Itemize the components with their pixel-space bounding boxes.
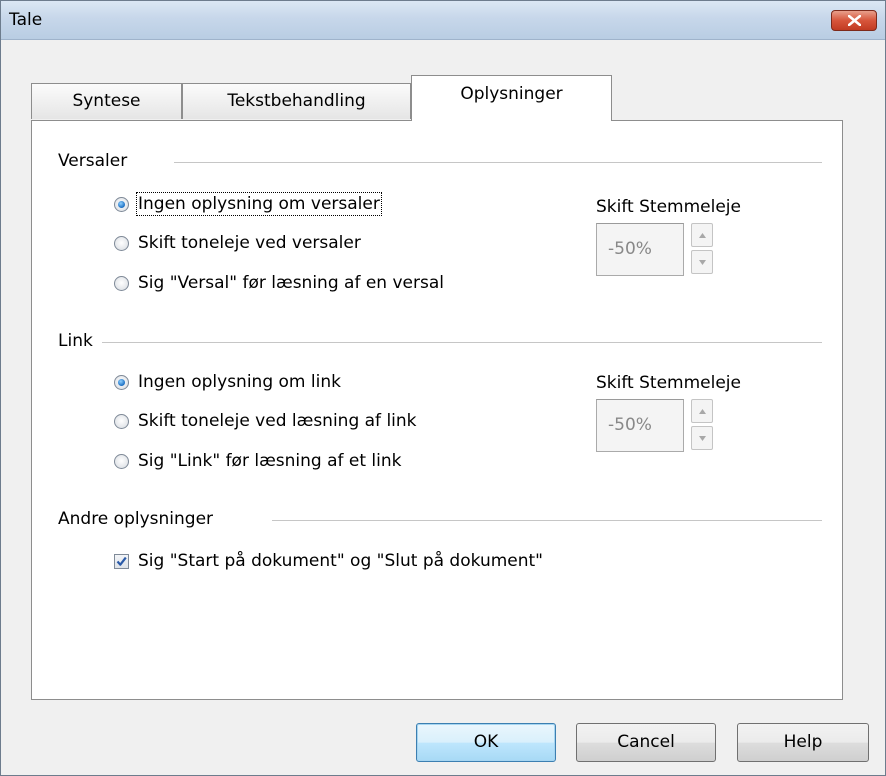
radio-versaler-none[interactable]: Ingen oplysning om versaler (114, 192, 382, 216)
spin-down-button[interactable] (691, 426, 713, 450)
tab-strip: Syntese Tekstbehandling Oplysninger (31, 75, 886, 121)
pitch-stepper-versaler[interactable] (691, 223, 713, 276)
tab-label: Oplysninger (460, 84, 563, 104)
spin-up-button[interactable] (691, 223, 713, 247)
tab-label: Tekstbehandling (227, 91, 366, 111)
tab-tekstbehandling[interactable]: Tekstbehandling (182, 83, 411, 119)
radio-button[interactable] (114, 413, 129, 429)
radio-link-say[interactable]: Sig "Link" før læsning af et link (114, 451, 401, 471)
option-label: Ingen oplysning om versaler (136, 192, 382, 216)
cancel-button[interactable]: Cancel (576, 723, 716, 762)
pitch-value: -50% (608, 415, 652, 435)
pitch-label-versaler: Skift Stemmeleje (596, 197, 741, 217)
group-divider (174, 162, 822, 163)
radio-button-selected[interactable] (114, 374, 129, 390)
tab-panel-oplysninger: Versaler Ingen oplysning om versaler Ski… (31, 120, 843, 700)
checkbox-label: Sig "Start på dokument" og "Slut på doku… (138, 551, 543, 571)
close-button[interactable] (831, 10, 877, 31)
arrow-down-icon (699, 260, 706, 265)
group-label-other: Andre oplysninger (58, 509, 214, 529)
tab-oplysninger[interactable]: Oplysninger (411, 75, 612, 121)
option-label: Sig "Link" før læsning af et link (138, 451, 402, 471)
radio-button-selected[interactable] (114, 196, 129, 212)
window-title: Tale (9, 10, 43, 30)
radio-versaler-pitch[interactable]: Skift toneleje ved versaler (114, 233, 361, 253)
group-label-versaler: Versaler (58, 151, 128, 171)
pitch-stepper-link[interactable] (691, 399, 713, 452)
radio-button[interactable] (114, 275, 129, 291)
pitch-input-versaler[interactable]: -50% (596, 223, 684, 276)
spin-down-button[interactable] (691, 250, 713, 274)
radio-link-none[interactable]: Ingen oplysning om link (114, 372, 341, 392)
option-label: Skift toneleje ved læsning af link (138, 411, 417, 431)
button-label: Help (783, 732, 823, 752)
close-icon (848, 15, 861, 26)
dialog-window: Tale Syntese Tekstbehandling Oplysninger… (0, 0, 886, 776)
option-label: Sig "Versal" før læsning af en versal (138, 273, 444, 293)
help-button[interactable]: Help (737, 723, 869, 762)
button-label: Cancel (617, 732, 675, 752)
title-bar[interactable]: Tale (1, 1, 885, 40)
group-label-link: Link (58, 331, 93, 351)
tab-syntese[interactable]: Syntese (31, 83, 182, 119)
checkmark-icon (116, 556, 127, 566)
arrow-up-icon (699, 233, 706, 238)
arrow-down-icon (699, 436, 706, 441)
radio-button[interactable] (114, 453, 129, 469)
pitch-input-link[interactable]: -50% (596, 399, 684, 452)
spin-up-button[interactable] (691, 399, 713, 423)
pitch-label-link: Skift Stemmeleje (596, 373, 741, 393)
group-divider (102, 342, 822, 343)
ok-button[interactable]: OK (416, 723, 556, 762)
pitch-value: -50% (608, 239, 652, 259)
option-label: Skift toneleje ved versaler (138, 233, 361, 253)
checkbox[interactable] (114, 553, 129, 569)
group-divider (272, 520, 822, 521)
tab-label: Syntese (72, 91, 141, 111)
button-label: OK (473, 732, 499, 752)
arrow-up-icon (699, 409, 706, 414)
checkbox-document-start-end[interactable]: Sig "Start på dokument" og "Slut på doku… (114, 551, 543, 571)
radio-button[interactable] (114, 235, 129, 251)
radio-versaler-say[interactable]: Sig "Versal" før læsning af en versal (114, 273, 444, 293)
option-label: Ingen oplysning om link (138, 372, 341, 392)
radio-link-pitch[interactable]: Skift toneleje ved læsning af link (114, 411, 417, 431)
